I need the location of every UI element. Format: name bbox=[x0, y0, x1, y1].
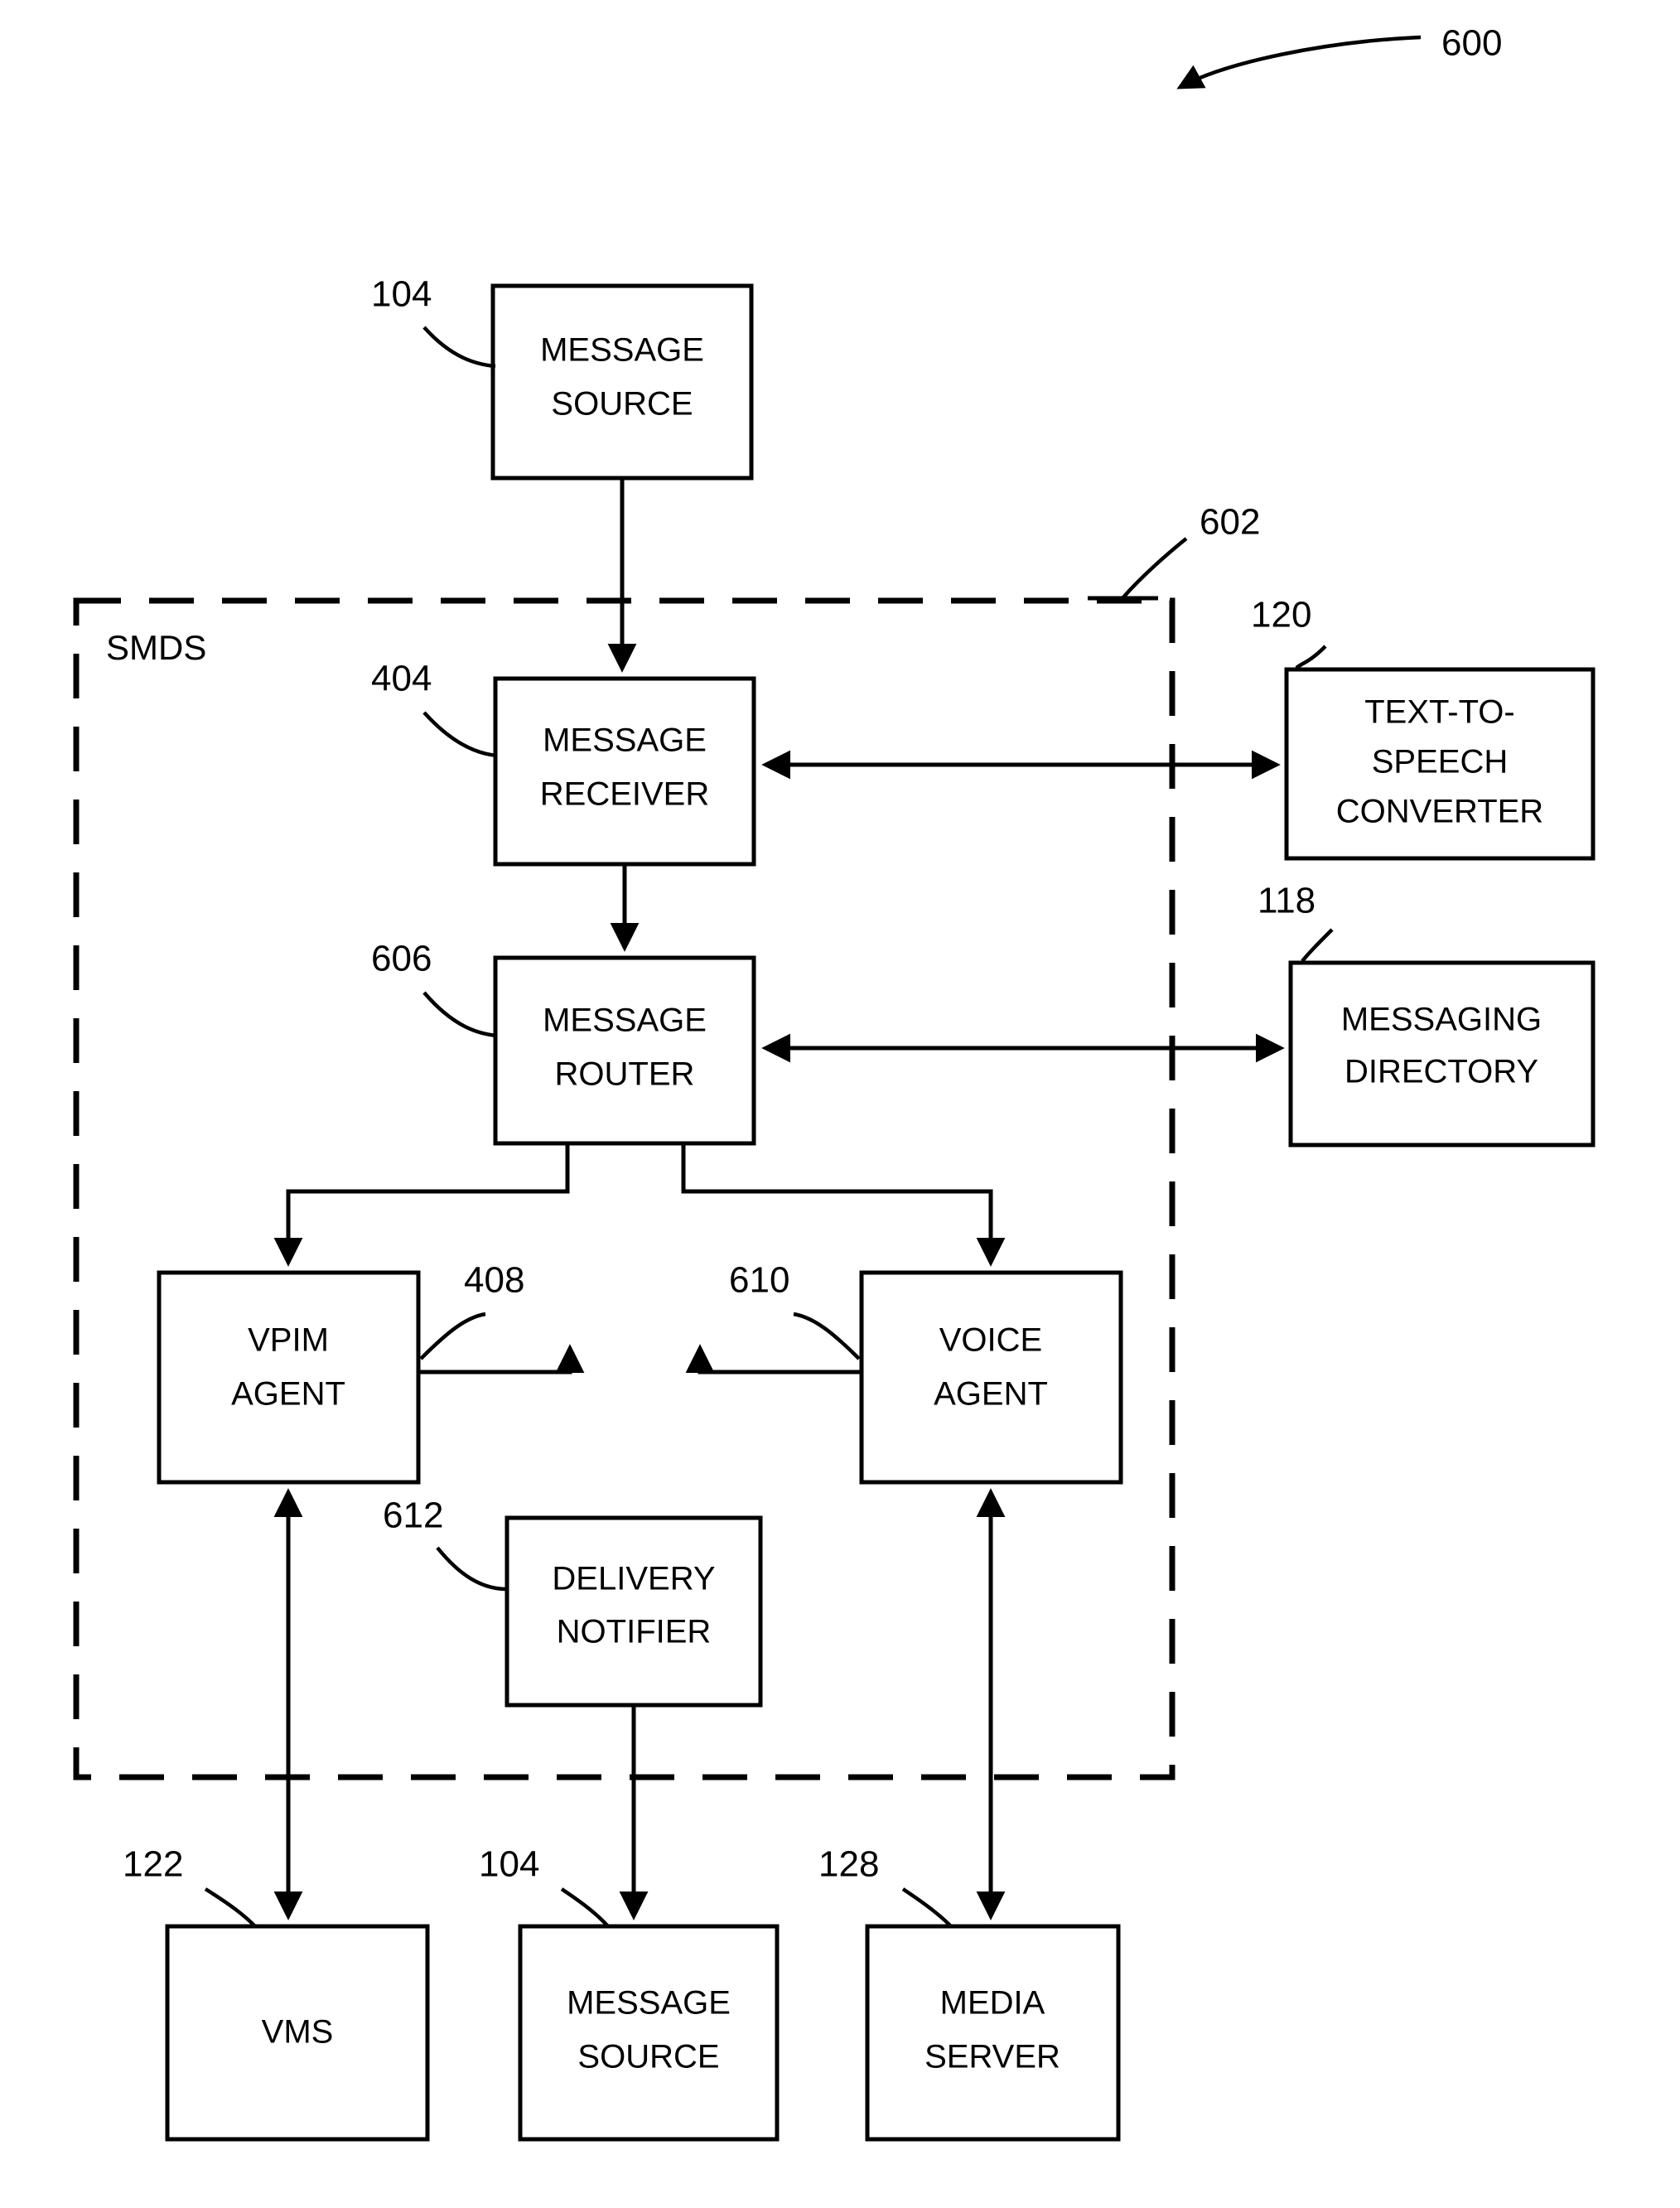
vpim-agent-line2: AGENT bbox=[231, 1376, 345, 1413]
message-source-bottom-line2: SOURCE bbox=[577, 2039, 719, 2075]
message-receiver-rect bbox=[493, 676, 756, 867]
message-router-line1: MESSAGE bbox=[543, 1003, 707, 1039]
tts-line1: TEXT-TO- bbox=[1364, 694, 1514, 731]
tts-line2: SPEECH bbox=[1372, 744, 1509, 780]
media-server-line2: SERVER bbox=[924, 2039, 1060, 2075]
delivery-notifier-line1: DELIVERY bbox=[552, 1561, 715, 1597]
vpim-agent-line1: VPIM bbox=[248, 1322, 329, 1359]
vpim-agent-ref-label: 408 bbox=[464, 1260, 524, 1301]
message-receiver-ref-label: 404 bbox=[371, 659, 432, 699]
figure-reference-600: 600 bbox=[1176, 23, 1502, 89]
box-message-receiver: MESSAGE RECEIVER 404 bbox=[371, 659, 756, 867]
message-router-rect bbox=[493, 955, 756, 1146]
messaging-directory-line2: DIRECTORY bbox=[1344, 1054, 1538, 1090]
message-receiver-line2: RECEIVER bbox=[540, 776, 710, 813]
message-source-top-ref-label: 104 bbox=[371, 274, 432, 315]
message-receiver-line1: MESSAGE bbox=[543, 722, 707, 759]
box-message-source-bottom: MESSAGE SOURCE 104 bbox=[479, 1844, 780, 2142]
delivery-notifier-ref-label: 612 bbox=[383, 1495, 443, 1536]
connector-agents-to-delivery-notifier bbox=[418, 1344, 862, 1375]
figure-ref-600-label: 600 bbox=[1441, 23, 1502, 64]
vms-line1: VMS bbox=[262, 2014, 334, 2051]
voice-agent-line1: VOICE bbox=[939, 1322, 1042, 1359]
messaging-directory-line1: MESSAGING bbox=[1341, 1002, 1542, 1038]
connector-router-to-agents bbox=[273, 1143, 1006, 1267]
messaging-directory-ref-label: 118 bbox=[1258, 881, 1316, 921]
box-delivery-notifier: DELIVERY NOTIFIER 612 bbox=[383, 1495, 763, 1708]
voice-agent-line2: AGENT bbox=[934, 1376, 1048, 1413]
delivery-notifier-line2: NOTIFIER bbox=[557, 1614, 712, 1650]
message-router-ref-label: 606 bbox=[371, 939, 432, 979]
message-source-top-line1: MESSAGE bbox=[540, 332, 704, 369]
box-messaging-directory: MESSAGING DIRECTORY 118 bbox=[1258, 881, 1596, 1147]
patent-figure-page: 600 SMDS 602 MESSAGE SOURCE 104 MESSAGE … bbox=[0, 0, 1680, 2208]
smds-label: SMDS bbox=[106, 628, 206, 667]
message-source-top-rect bbox=[490, 283, 754, 481]
tts-ref-label: 120 bbox=[1251, 595, 1311, 635]
box-text-to-speech-converter: TEXT-TO- SPEECH CONVERTER 120 bbox=[1251, 595, 1596, 861]
message-source-bottom-rect bbox=[518, 1924, 780, 2142]
smds-ref-602-label: 602 bbox=[1200, 502, 1260, 543]
media-server-ref-label: 128 bbox=[818, 1844, 879, 1885]
figure-600-block-diagram: 600 SMDS 602 MESSAGE SOURCE 104 MESSAGE … bbox=[73, 23, 1596, 2142]
message-source-bottom-ref-label: 104 bbox=[479, 1844, 539, 1885]
message-source-bottom-line1: MESSAGE bbox=[567, 1985, 731, 2022]
box-vms: VMS 122 bbox=[123, 1844, 430, 2142]
box-message-source-top: MESSAGE SOURCE 104 bbox=[371, 274, 754, 481]
box-message-router: MESSAGE ROUTER 606 bbox=[371, 939, 756, 1146]
message-source-top-line2: SOURCE bbox=[551, 386, 693, 423]
media-server-rect bbox=[865, 1924, 1121, 2142]
box-media-server: MEDIA SERVER 128 bbox=[818, 1844, 1121, 2142]
delivery-notifier-rect bbox=[504, 1515, 763, 1708]
voice-agent-ref-label: 610 bbox=[729, 1260, 789, 1301]
media-server-line1: MEDIA bbox=[940, 1985, 1045, 2022]
vms-ref-label: 122 bbox=[123, 1844, 183, 1885]
message-router-line2: ROUTER bbox=[555, 1056, 695, 1093]
tts-line3: CONVERTER bbox=[1336, 794, 1543, 830]
